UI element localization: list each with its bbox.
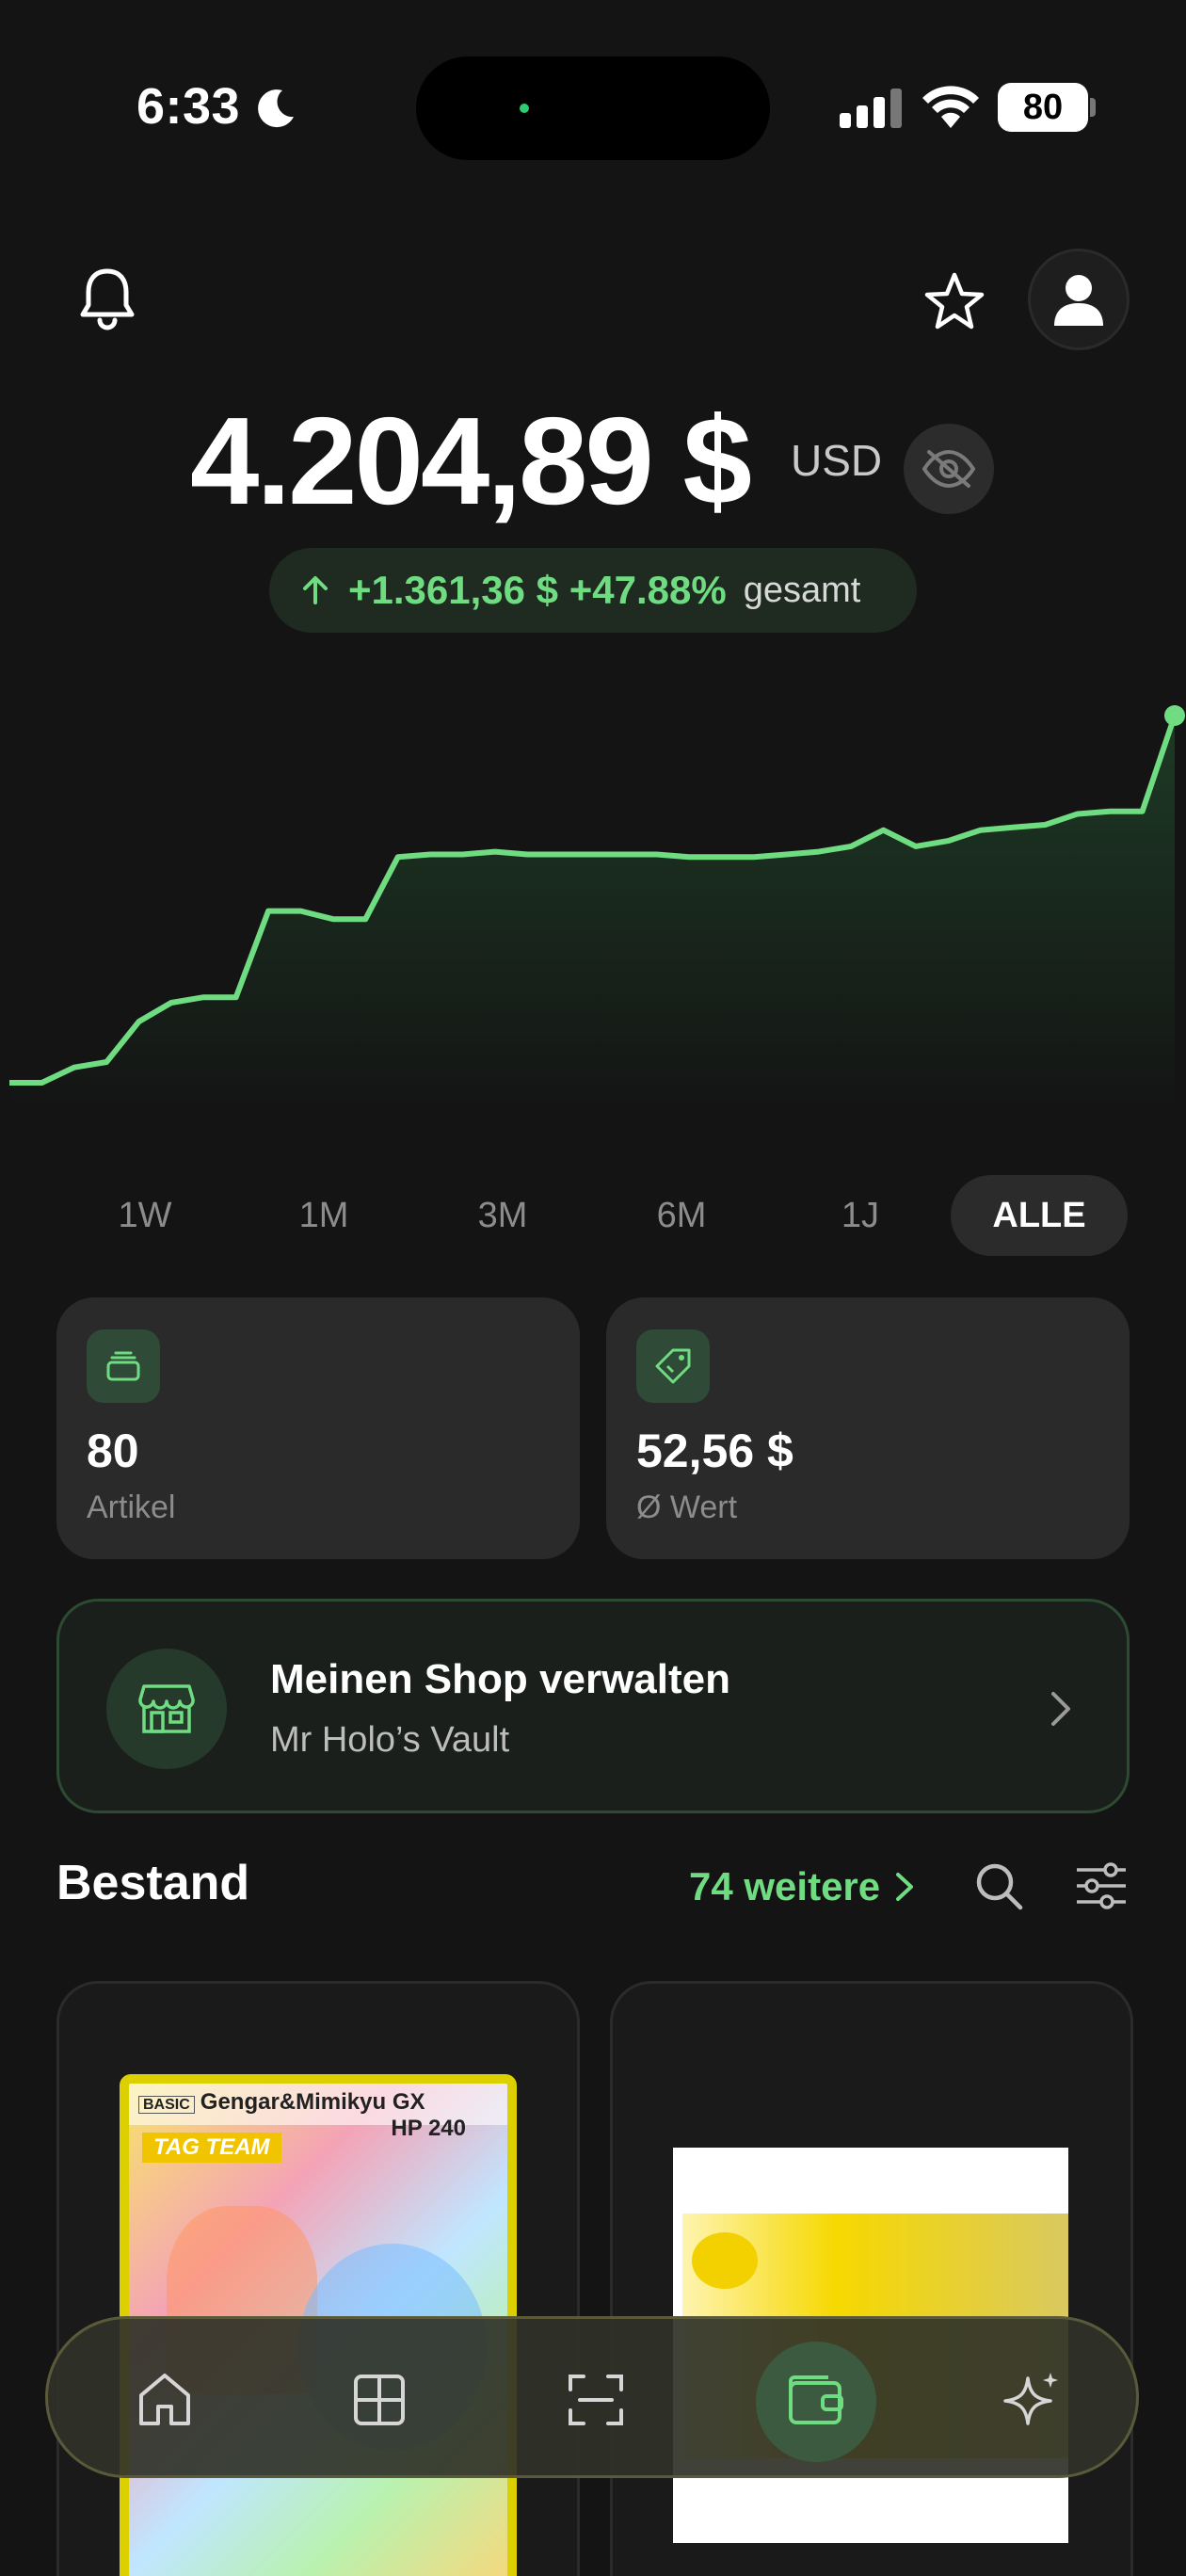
tab-6m[interactable]: 6M [593, 1175, 770, 1256]
stack-icon [87, 1329, 160, 1403]
status-bar: 6:33 80 [0, 0, 1186, 217]
scan-icon [569, 2375, 623, 2425]
inventory-item-card[interactable]: BASIC Gengar&Mimikyu GX HP 240 TAG TEAM [56, 1981, 580, 2576]
shop-name: Mr Holo’s Vault [270, 1720, 510, 1760]
hide-balance-button[interactable] [904, 424, 994, 514]
status-time: 6:33 [136, 78, 241, 135]
currency-label: USD [791, 436, 883, 485]
show-more-label: 74 weitere [689, 1864, 881, 1908]
card-header: BASIC Gengar&Mimikyu GX HP 240 [129, 2084, 507, 2141]
wallet-icon [789, 2375, 843, 2424]
tab-alle[interactable]: ALLE [951, 1175, 1128, 1256]
pikachu-face [692, 2232, 758, 2289]
portfolio-chart[interactable] [0, 697, 1186, 1111]
inventory-title: Bestand [56, 1856, 250, 1910]
items-count-value: 80 [87, 1425, 139, 1477]
eye-off-icon [922, 449, 976, 489]
tab-3m[interactable]: 3M [414, 1175, 591, 1256]
sparkle-icon [1003, 2373, 1058, 2425]
average-value-card[interactable]: 52,56 $ Ø Wert [606, 1297, 1130, 1559]
profile-button[interactable] [1028, 249, 1130, 350]
bell-icon[interactable] [77, 266, 137, 331]
filter-icon[interactable] [1073, 1860, 1130, 1911]
show-more-link[interactable]: 74 weitere [689, 1864, 916, 1909]
total-change-label: gesamt [743, 570, 861, 610]
chevron-right-icon [896, 1873, 914, 1901]
search-icon[interactable] [973, 1860, 1024, 1911]
dynamic-island [416, 56, 770, 160]
tag-icon [636, 1329, 710, 1403]
card-hp: HP 240 [391, 2116, 466, 2141]
total-change-value: +1.361,36 $ +47.88% [348, 568, 727, 612]
store-icon [106, 1649, 227, 1769]
nav-home[interactable] [127, 2362, 202, 2438]
moon-icon [258, 89, 294, 128]
nav-wallet[interactable] [778, 2362, 854, 2438]
bottom-navigation [45, 2316, 1139, 2478]
wifi-icon [922, 86, 979, 128]
grid-icon [354, 2375, 405, 2425]
balance-row: 4.204,89 $ USD [0, 395, 1186, 527]
arrow-up-icon [303, 576, 328, 604]
star-icon[interactable] [922, 269, 986, 333]
shop-title: Meinen Shop verwalten [270, 1656, 730, 1702]
tab-1w[interactable]: 1W [56, 1175, 233, 1256]
nav-ai[interactable] [995, 2362, 1070, 2438]
card-tag-team: TAG TEAM [142, 2133, 281, 2163]
camera-indicator [520, 104, 529, 113]
total-change-badge: +1.361,36 $ +47.88% gesamt [269, 548, 917, 633]
items-count-label: Artikel [87, 1489, 176, 1525]
card-stage: BASIC [138, 2096, 195, 2114]
user-icon [1054, 275, 1103, 326]
items-count-card[interactable]: 80 Artikel [56, 1297, 580, 1559]
range-tabs: 1W 1M 3M 6M 1J ALLE [56, 1175, 1130, 1256]
tab-1j[interactable]: 1J [772, 1175, 949, 1256]
cellular-signal-icon [840, 89, 902, 128]
tab-1m[interactable]: 1M [235, 1175, 412, 1256]
battery-cap [1090, 98, 1096, 117]
nav-collection[interactable] [342, 2362, 417, 2438]
manage-shop-banner[interactable]: Meinen Shop verwalten Mr Holo’s Vault [56, 1599, 1130, 1813]
nav-scan[interactable] [558, 2362, 633, 2438]
average-value-label: Ø Wert [636, 1489, 738, 1525]
chart-area-fill [9, 716, 1175, 1111]
average-value: 52,56 $ [636, 1425, 793, 1477]
chart-end-point [1164, 705, 1185, 726]
inventory-item-card[interactable] [610, 1981, 1133, 2576]
chevron-right-icon [1051, 1692, 1070, 1726]
battery-indicator: 80 [998, 83, 1088, 132]
card-name: Gengar&Mimikyu GX [200, 2089, 425, 2115]
home-icon [139, 2374, 190, 2425]
portfolio-balance: 4.204,89 $ [190, 392, 752, 530]
